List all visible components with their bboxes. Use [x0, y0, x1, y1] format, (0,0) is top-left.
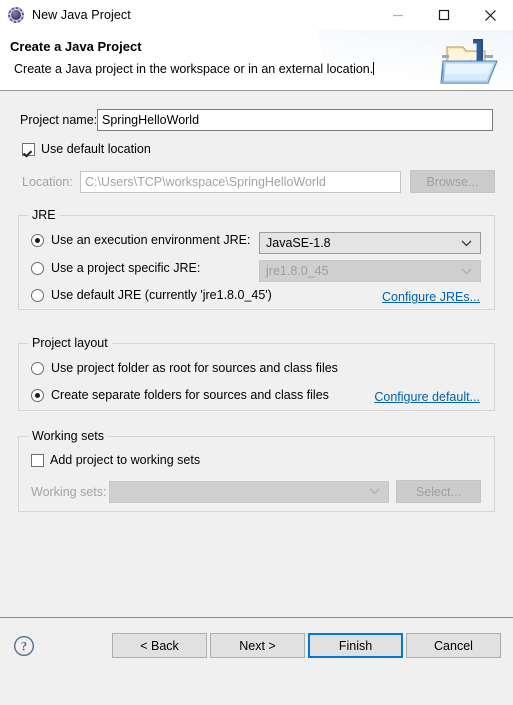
project-name-input[interactable] — [97, 109, 493, 131]
location-input[interactable] — [80, 170, 401, 193]
wizard-body: Project name: Use default location Locat… — [0, 91, 513, 676]
browse-button[interactable]: Browse... — [410, 170, 495, 193]
back-button[interactable]: < Back — [112, 633, 207, 658]
eclipse-gear-icon — [8, 7, 24, 23]
jre-default-label: Use default JRE (currently 'jre1.8.0_45'… — [51, 288, 272, 302]
add-project-to-working-sets-row[interactable]: Add project to working sets — [31, 453, 200, 467]
project-layout-group-title: Project layout — [28, 336, 112, 350]
java-project-folder-icon — [439, 33, 501, 88]
use-default-location-checkbox[interactable] — [22, 142, 35, 156]
chevron-down-icon — [461, 233, 472, 253]
jre-group-title: JRE — [28, 208, 60, 222]
jre-option-execution-environment[interactable]: Use an execution environment JRE: — [31, 233, 250, 247]
jre-option-project-specific[interactable]: Use a project specific JRE: — [31, 261, 200, 275]
working-sets-combo[interactable] — [109, 480, 389, 503]
layout-project-folder-root-radio[interactable] — [31, 361, 44, 375]
project-layout-group: Project layout Use project folder as roo… — [18, 336, 495, 411]
jre-group: JRE Use an execution environment JRE: Ja… — [18, 208, 495, 310]
wizard-header: Create a Java Project Create a Java proj… — [0, 30, 513, 91]
page-subtitle: Create a Java project in the workspace o… — [14, 62, 375, 76]
jre-default-radio[interactable] — [31, 288, 44, 302]
window-title: New Java Project — [32, 8, 131, 22]
working-sets-group-title: Working sets — [28, 429, 109, 443]
execution-environment-combo-value: JavaSE-1.8 — [266, 236, 331, 250]
minimize-icon[interactable] — [375, 0, 421, 30]
page-title: Create a Java Project — [10, 39, 142, 54]
project-name-label: Project name: — [20, 113, 98, 127]
jre-project-specific-radio[interactable] — [31, 261, 44, 275]
jre-execution-environment-radio[interactable] — [31, 233, 44, 247]
project-name-row: Project name: — [20, 109, 495, 131]
layout-option-separate-folders[interactable]: Create separate folders for sources and … — [31, 388, 329, 402]
jre-execution-environment-label: Use an execution environment JRE: — [51, 233, 251, 247]
close-icon[interactable] — [467, 0, 513, 30]
layout-option-project-folder-root[interactable]: Use project folder as root for sources a… — [31, 361, 338, 375]
maximize-icon[interactable] — [421, 0, 467, 30]
working-sets-group: Working sets Add project to working sets… — [18, 429, 495, 512]
window-controls — [375, 0, 513, 30]
next-button[interactable]: Next > — [210, 633, 305, 658]
location-row: Location: Browse... — [22, 170, 495, 193]
cancel-button[interactable]: Cancel — [406, 633, 501, 658]
working-sets-label: Working sets: — [31, 484, 107, 499]
window-titlebar: New Java Project — [0, 0, 513, 30]
text-caret — [373, 62, 375, 75]
working-sets-select-row: Working sets: Select... — [31, 480, 484, 503]
location-label: Location: — [22, 174, 73, 189]
layout-project-folder-root-label: Use project folder as root for sources a… — [51, 361, 338, 375]
finish-button[interactable]: Finish — [308, 633, 403, 658]
layout-separate-folders-radio[interactable] — [31, 388, 44, 402]
use-default-location-row[interactable]: Use default location — [22, 142, 151, 156]
dialog-footer: ? < Back Next > Finish Cancel — [0, 617, 513, 676]
add-project-to-working-sets-label: Add project to working sets — [50, 453, 201, 467]
help-circle-icon[interactable]: ? — [13, 635, 35, 657]
execution-environment-combo[interactable]: JavaSE-1.8 — [259, 232, 481, 254]
project-specific-jre-combo-value: jre1.8.0_45 — [266, 264, 329, 278]
jre-project-specific-label: Use a project specific JRE: — [51, 261, 201, 275]
configure-default-link[interactable]: Configure default... — [374, 390, 480, 404]
footer-button-group: < Back Next > Finish Cancel — [109, 633, 501, 658]
add-project-to-working-sets-checkbox[interactable] — [31, 453, 44, 467]
layout-separate-folders-label: Create separate folders for sources and … — [51, 388, 329, 402]
jre-option-default[interactable]: Use default JRE (currently 'jre1.8.0_45'… — [31, 288, 272, 302]
configure-jres-link[interactable]: Configure JREs... — [382, 290, 480, 304]
svg-text:?: ? — [21, 640, 27, 654]
page-subtitle-text: Create a Java project in the workspace o… — [14, 62, 374, 76]
select-working-sets-button[interactable]: Select... — [396, 480, 481, 503]
chevron-down-icon — [369, 482, 380, 502]
chevron-down-icon — [461, 261, 472, 281]
project-specific-jre-combo[interactable]: jre1.8.0_45 — [259, 260, 481, 282]
use-default-location-label: Use default location — [41, 142, 151, 156]
